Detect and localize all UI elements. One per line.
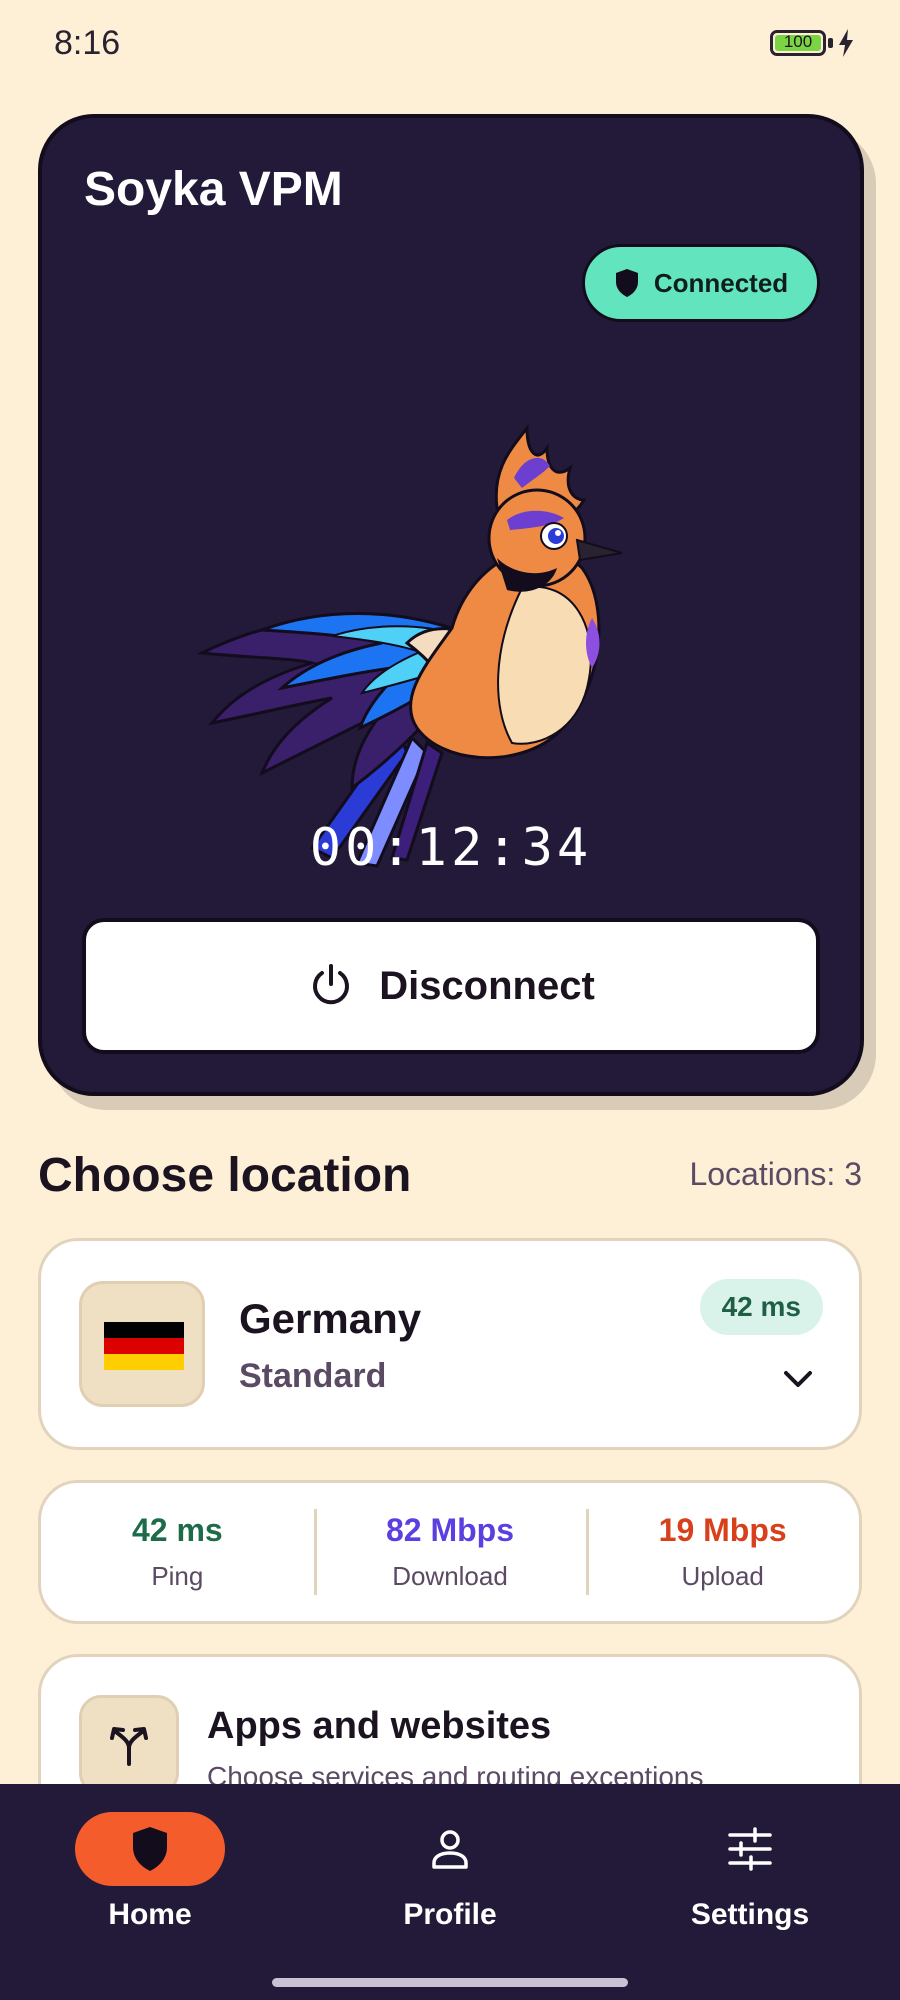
chevron-down-icon[interactable] bbox=[783, 1369, 813, 1389]
stat-label: Download bbox=[392, 1561, 508, 1591]
location-selector[interactable]: Germany Standard 42 ms bbox=[38, 1238, 862, 1450]
sliders-icon bbox=[728, 1827, 772, 1871]
location-tier: Standard bbox=[239, 1357, 387, 1395]
charging-bolt-icon bbox=[839, 29, 853, 57]
split-route-icon bbox=[79, 1695, 179, 1795]
status-time: 8:16 bbox=[54, 24, 121, 62]
nav-settings-icon-wrap bbox=[675, 1812, 825, 1886]
shield-icon bbox=[133, 1827, 167, 1871]
home-indicator[interactable] bbox=[272, 1978, 628, 1987]
stat-upload: 19 Mbps Upload bbox=[586, 1483, 859, 1621]
stat-label: Upload bbox=[681, 1561, 764, 1591]
connection-stats: 42 ms Ping 82 Mbps Download 19 Mbps Uplo… bbox=[38, 1480, 862, 1624]
nav-label: Settings bbox=[690, 1898, 810, 1931]
battery-icon: 100 bbox=[770, 30, 826, 56]
nav-settings[interactable]: Settings bbox=[650, 1812, 850, 1932]
shield-icon bbox=[615, 269, 638, 297]
connection-timer: 00:12:34 bbox=[309, 818, 593, 878]
battery-level: 100 bbox=[783, 32, 813, 51]
status-bar: 8:16 100 bbox=[0, 0, 900, 90]
power-icon bbox=[313, 964, 350, 1005]
nav-home[interactable]: Home bbox=[50, 1812, 250, 1932]
disconnect-button[interactable]: Disconnect bbox=[82, 918, 820, 1054]
nav-home-highlight bbox=[75, 1812, 225, 1886]
section-title: Choose location bbox=[38, 1149, 412, 1202]
stat-download: 82 Mbps Download bbox=[313, 1483, 587, 1621]
location-name: Germany bbox=[239, 1295, 422, 1342]
locations-count: Locations: 3 bbox=[689, 1156, 862, 1192]
jay-bird-mascot bbox=[196, 423, 623, 868]
battery-tip bbox=[828, 38, 833, 48]
bottom-nav: Home Profile Settings bbox=[0, 1784, 900, 2000]
stat-label: Ping bbox=[151, 1561, 204, 1591]
connection-status-badge: Connected bbox=[582, 244, 820, 322]
stat-value: 82 Mbps bbox=[385, 1512, 515, 1548]
nav-label: Profile bbox=[403, 1898, 497, 1931]
person-icon bbox=[432, 1830, 468, 1869]
disconnect-label: Disconnect bbox=[379, 963, 595, 1008]
germany-flag-icon bbox=[104, 1322, 184, 1370]
stat-value: 42 ms bbox=[131, 1512, 223, 1548]
connection-status-label: Connected bbox=[653, 267, 789, 298]
flag-container bbox=[79, 1281, 205, 1407]
nav-profile[interactable]: Profile bbox=[350, 1812, 550, 1932]
connection-card: Soyka VPM Connected 00:12:34 Disconnect bbox=[38, 114, 864, 1096]
stat-value: 19 Mbps bbox=[658, 1512, 787, 1548]
apps-title: Apps and websites bbox=[207, 1705, 552, 1747]
ping-badge: 42 ms bbox=[699, 1279, 823, 1335]
nav-label: Home bbox=[108, 1898, 192, 1931]
nav-profile-icon-wrap bbox=[375, 1812, 525, 1886]
app-title: Soyka VPM bbox=[84, 163, 343, 216]
stat-ping: 42 ms Ping bbox=[41, 1483, 314, 1621]
